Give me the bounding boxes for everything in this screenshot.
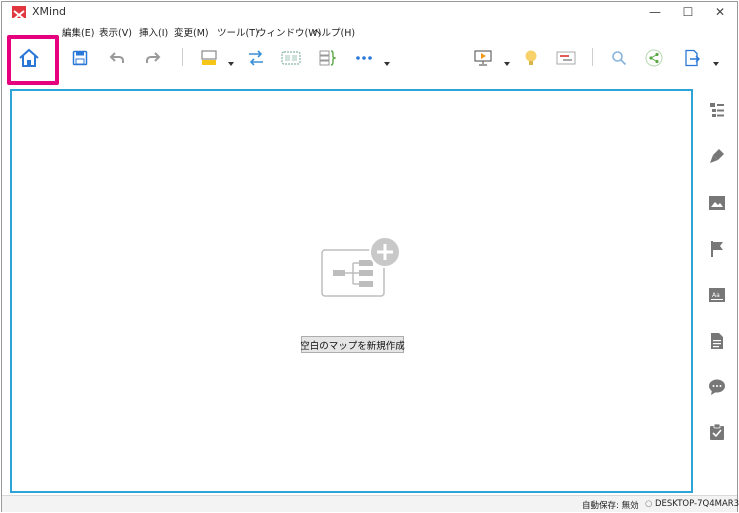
menu-view[interactable]: 表示(V) [99, 25, 132, 39]
more-button[interactable] [353, 47, 375, 69]
export-button[interactable] [681, 47, 703, 69]
title-bar: XMind — ☐ ✕ [2, 2, 737, 22]
summary-button[interactable] [316, 47, 338, 69]
boundary-button[interactable] [280, 47, 302, 69]
menu-edit[interactable]: 編集(E) [62, 25, 94, 39]
device-name: DESKTOP-7Q4MAR3 [655, 499, 739, 509]
minimize-button[interactable]: — [638, 2, 672, 22]
outline-icon [710, 103, 724, 117]
image-button[interactable] [707, 193, 727, 213]
toolbar [2, 42, 737, 84]
notes-button[interactable] [707, 331, 727, 351]
map-canvas[interactable]: 空白のマップを新規作成 [10, 89, 693, 493]
redo-button[interactable] [142, 47, 164, 69]
mind-map-add-icon [321, 236, 401, 297]
autosave-status[interactable]: 自動保存: 無効 [582, 499, 639, 511]
presentation-dropdown-icon[interactable] [503, 53, 511, 66]
toolbar-divider-2 [592, 48, 593, 66]
share-icon [645, 49, 663, 67]
new-map-placeholder [321, 236, 401, 306]
network-indicator-icon: ○ [645, 499, 653, 509]
boundary-icon [281, 51, 301, 65]
undo-button[interactable] [106, 47, 128, 69]
text-style-icon: Aa [709, 288, 725, 302]
presentation-button[interactable] [472, 47, 494, 69]
format-brush-icon [710, 149, 724, 163]
relationship-button[interactable] [245, 47, 267, 69]
comments-button[interactable] [707, 377, 727, 397]
export-icon [685, 49, 700, 67]
close-button[interactable]: ✕ [703, 2, 737, 22]
format-button[interactable] [707, 146, 727, 166]
marker-flag-icon [711, 241, 723, 257]
gantt-icon [556, 51, 576, 65]
window-title: XMind [32, 5, 67, 18]
outline-button[interactable] [707, 100, 727, 120]
marker-button[interactable] [707, 239, 727, 259]
topic-style-dropdown-icon[interactable] [227, 53, 235, 66]
xmind-logo-icon [12, 6, 26, 20]
task-icon [710, 423, 724, 440]
create-blank-map-button[interactable]: 空白のマップを新規作成 [300, 336, 405, 353]
more-dropdown-icon[interactable] [383, 53, 391, 66]
more-icon [356, 56, 372, 60]
menu-insert[interactable]: 挿入(I) [139, 25, 168, 39]
right-sidebar: Aa [697, 86, 737, 494]
search-button[interactable] [608, 47, 630, 69]
export-dropdown-icon[interactable] [712, 53, 720, 66]
summary-icon [319, 50, 336, 66]
relationship-icon [249, 50, 263, 66]
menu-help[interactable]: ヘルプ(H) [312, 25, 355, 39]
brainstorm-button[interactable] [520, 47, 542, 69]
undo-icon [109, 52, 124, 63]
image-icon [709, 196, 725, 210]
home-button-highlight [7, 35, 59, 85]
menu-tools[interactable]: ツール(T) [217, 25, 259, 39]
status-bar: 自動保存: 無効 ○ DESKTOP-7Q4MAR3 [2, 495, 739, 512]
topic-style-icon [201, 50, 217, 65]
redo-icon [146, 52, 161, 63]
gantt-button[interactable] [555, 47, 577, 69]
share-button[interactable] [643, 47, 665, 69]
idea-icon [525, 50, 537, 65]
text-style-button[interactable]: Aa [707, 285, 727, 305]
save-icon [72, 50, 88, 66]
notes-icon [711, 333, 723, 349]
presentation-icon [474, 50, 492, 66]
task-button[interactable] [707, 422, 727, 442]
menu-bar: 編集(E) 表示(V) 挿入(I) 変更(M) ツール(T) ウィンドウ(W) … [2, 22, 737, 42]
app-window: XMind — ☐ ✕ 編集(E) 表示(V) 挿入(I) 変更(M) ツール(… [1, 1, 739, 512]
search-icon [612, 51, 627, 66]
topic-style-button[interactable] [198, 47, 220, 69]
toolbar-divider [182, 48, 183, 66]
svg-text:Aa: Aa [712, 292, 720, 299]
menu-modify[interactable]: 変更(M) [174, 25, 209, 39]
maximize-button[interactable]: ☐ [671, 2, 705, 22]
comments-icon [709, 379, 725, 395]
save-button[interactable] [69, 47, 91, 69]
